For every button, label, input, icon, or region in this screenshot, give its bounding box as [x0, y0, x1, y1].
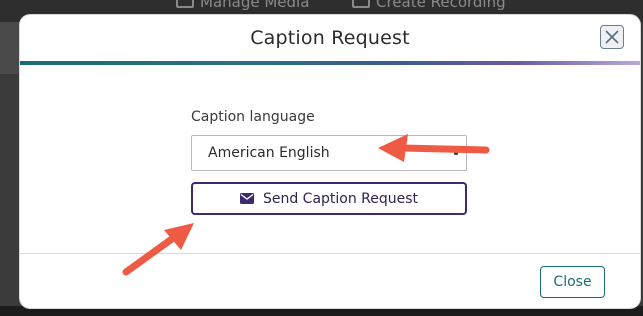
manage-media-label: Manage Media — [200, 0, 310, 11]
dialog-body: Caption language American English Send C… — [20, 65, 640, 253]
envelope-icon — [239, 193, 254, 204]
create-recording-tab[interactable]: Create Recording — [352, 0, 506, 12]
close-x-button[interactable] — [600, 25, 624, 49]
caption-language-value: American English — [208, 145, 330, 161]
send-caption-request-label: Send Caption Request — [262, 190, 419, 207]
footer-divider — [20, 253, 640, 254]
media-icon — [176, 0, 194, 8]
dialog-header: Caption Request — [20, 15, 640, 63]
close-x-icon — [605, 30, 619, 44]
recording-icon — [352, 0, 370, 8]
caption-language-label: Caption language — [191, 109, 315, 125]
dialog-title: Caption Request — [250, 27, 410, 49]
app-sidebar-strip — [0, 22, 20, 74]
create-recording-label: Create Recording — [376, 0, 506, 11]
send-caption-request-button[interactable]: Send Caption Request — [191, 182, 467, 215]
manage-media-tab[interactable]: Manage Media — [176, 0, 309, 12]
close-button[interactable]: Close — [540, 266, 605, 298]
dropdown-caret-icon — [454, 151, 458, 155]
caption-request-dialog: Caption Request Caption language America… — [20, 15, 640, 308]
caption-language-select[interactable]: American English — [191, 135, 467, 171]
